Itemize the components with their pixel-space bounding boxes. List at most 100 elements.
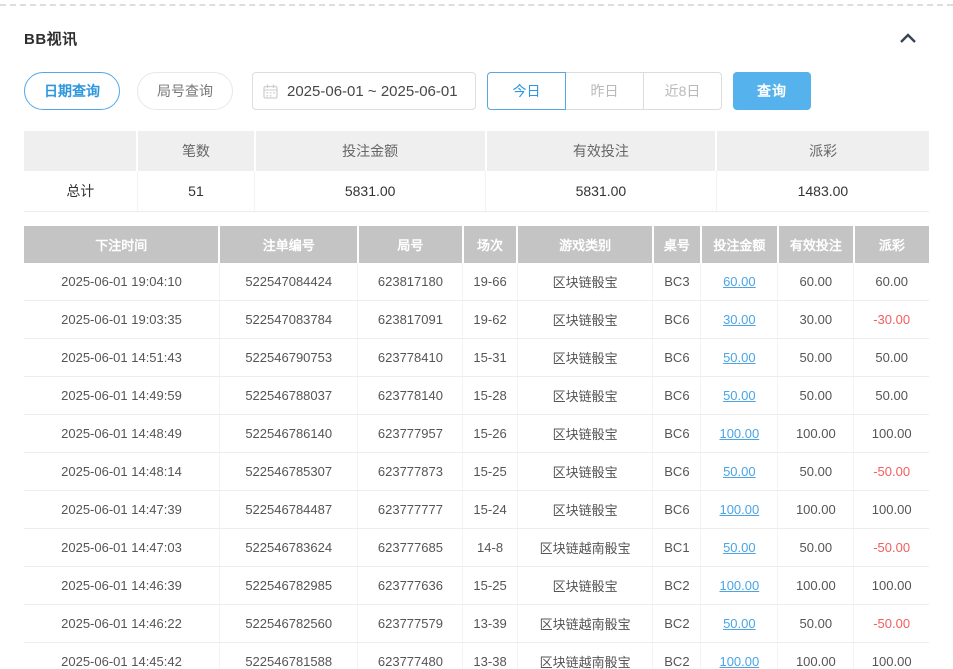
cell-bet-amount: 60.00 (701, 263, 778, 301)
col-round-id: 局号 (358, 226, 463, 263)
bet-amount-link[interactable]: 50.00 (723, 350, 756, 365)
cell-table-no: BC3 (653, 263, 701, 301)
bet-amount-link[interactable]: 100.00 (719, 502, 759, 517)
cell-time: 2025-06-01 14:48:49 (24, 415, 219, 453)
cell-time: 2025-06-01 19:03:35 (24, 301, 219, 339)
col-bet-amount: 投注金额 (701, 226, 778, 263)
summary-total-valid-bet: 5831.00 (486, 171, 717, 211)
cell-round-id: 623777480 (358, 643, 463, 669)
range-last8days-button[interactable]: 近8日 (643, 72, 722, 110)
cell-valid-bet: 100.00 (778, 415, 854, 453)
cell-session: 15-28 (463, 377, 517, 415)
cell-game: 区块链越南骰宝 (517, 605, 653, 643)
date-range-input[interactable]: 2025-06-01 ~ 2025-06-01 (252, 72, 476, 110)
cell-round-id: 623777777 (358, 491, 463, 529)
cell-bet-amount: 50.00 (701, 605, 778, 643)
cell-bet-amount: 30.00 (701, 301, 778, 339)
summary-col-valid-bet: 有效投注 (486, 131, 717, 171)
bets-header-row: 下注时间 注单编号 局号 场次 游戏类别 桌号 投注金额 有效投注 派彩 (24, 226, 929, 263)
range-today-button[interactable]: 今日 (487, 72, 566, 110)
cell-bet-amount: 100.00 (701, 567, 778, 605)
cell-payout: -50.00 (854, 605, 929, 643)
range-yesterday-button[interactable]: 昨日 (565, 72, 644, 110)
page-title: BB视讯 (24, 28, 78, 49)
bet-row: 2025-06-01 14:47:39522546784487623777777… (24, 491, 929, 529)
bet-row: 2025-06-01 14:47:03522546783624623777685… (24, 529, 929, 567)
col-bet-id: 注单编号 (219, 226, 357, 263)
cell-game: 区块链骰宝 (517, 377, 653, 415)
cell-session: 15-25 (463, 453, 517, 491)
cell-bet-amount: 100.00 (701, 491, 778, 529)
cell-time: 2025-06-01 14:51:43 (24, 339, 219, 377)
cell-bet-id: 522546784487 (219, 491, 357, 529)
cell-bet-id: 522546788037 (219, 377, 357, 415)
bets-table: 下注时间 注单编号 局号 场次 游戏类别 桌号 投注金额 有效投注 派彩 202… (24, 226, 929, 669)
cell-time: 2025-06-01 14:46:22 (24, 605, 219, 643)
date-range-value: 2025-06-01 ~ 2025-06-01 (287, 83, 458, 100)
cell-table-no: BC6 (653, 491, 701, 529)
search-button[interactable]: 查询 (733, 72, 811, 110)
cell-session: 19-62 (463, 301, 517, 339)
cell-payout: 50.00 (854, 377, 929, 415)
cell-table-no: BC6 (653, 415, 701, 453)
cell-payout: 50.00 (854, 339, 929, 377)
collapse-panel-button[interactable] (895, 29, 921, 49)
cell-time: 2025-06-01 14:49:59 (24, 377, 219, 415)
summary-col-count: 笔数 (137, 131, 255, 171)
quick-range-group: 今日 昨日 近8日 (487, 72, 722, 110)
cell-session: 15-25 (463, 567, 517, 605)
cell-payout: 100.00 (854, 415, 929, 453)
cell-time: 2025-06-01 14:45:42 (24, 643, 219, 669)
cell-bet-id: 522546781588 (219, 643, 357, 669)
cell-round-id: 623777957 (358, 415, 463, 453)
bb-video-panel: BB视讯 日期查询 局号查询 (0, 28, 953, 669)
summary-total-count: 51 (137, 171, 255, 211)
col-bet-time: 下注时间 (24, 226, 219, 263)
cell-time: 2025-06-01 14:47:39 (24, 491, 219, 529)
chevron-up-icon (899, 33, 917, 44)
cell-bet-id: 522546782985 (219, 567, 357, 605)
col-game-type: 游戏类别 (517, 226, 653, 263)
tab-round-query[interactable]: 局号查询 (137, 72, 233, 110)
cell-table-no: BC6 (653, 377, 701, 415)
summary-total-row: 总计 51 5831.00 5831.00 1483.00 (24, 171, 929, 211)
bet-amount-link[interactable]: 100.00 (719, 426, 759, 441)
cell-valid-bet: 30.00 (778, 301, 854, 339)
bet-amount-link[interactable]: 50.00 (723, 616, 756, 631)
cell-round-id: 623777579 (358, 605, 463, 643)
cell-table-no: BC2 (653, 605, 701, 643)
cell-payout: -50.00 (854, 453, 929, 491)
tab-date-query[interactable]: 日期查询 (24, 72, 120, 110)
cell-valid-bet: 100.00 (778, 643, 854, 669)
cell-table-no: BC6 (653, 453, 701, 491)
bet-row: 2025-06-01 14:46:39522546782985623777636… (24, 567, 929, 605)
bet-amount-link[interactable]: 30.00 (723, 312, 756, 327)
cell-bet-amount: 100.00 (701, 643, 778, 669)
summary-col-empty (24, 131, 137, 171)
cell-valid-bet: 50.00 (778, 339, 854, 377)
summary-table: 笔数 投注金额 有效投注 派彩 总计 51 5831.00 5831.00 14… (24, 131, 929, 212)
cell-round-id: 623777685 (358, 529, 463, 567)
cell-session: 15-31 (463, 339, 517, 377)
bet-amount-link[interactable]: 100.00 (719, 578, 759, 593)
cell-session: 15-26 (463, 415, 517, 453)
bet-amount-link[interactable]: 50.00 (723, 464, 756, 479)
bet-amount-link[interactable]: 50.00 (723, 388, 756, 403)
bet-row: 2025-06-01 14:45:42522546781588623777480… (24, 643, 929, 669)
bet-amount-link[interactable]: 50.00 (723, 540, 756, 555)
cell-table-no: BC6 (653, 301, 701, 339)
cell-session: 14-8 (463, 529, 517, 567)
cell-time: 2025-06-01 14:48:14 (24, 453, 219, 491)
cell-session: 15-24 (463, 491, 517, 529)
bet-amount-link[interactable]: 100.00 (719, 654, 759, 669)
cell-game: 区块链骰宝 (517, 567, 653, 605)
cell-bet-id: 522547084424 (219, 263, 357, 301)
cell-game: 区块链越南骰宝 (517, 529, 653, 567)
bet-row: 2025-06-01 14:49:59522546788037623778140… (24, 377, 929, 415)
cell-bet-amount: 50.00 (701, 339, 778, 377)
summary-col-bet-amount: 投注金额 (255, 131, 486, 171)
bet-row: 2025-06-01 14:48:14522546785307623777873… (24, 453, 929, 491)
cell-round-id: 623778410 (358, 339, 463, 377)
cell-valid-bet: 60.00 (778, 263, 854, 301)
bet-amount-link[interactable]: 60.00 (723, 274, 756, 289)
